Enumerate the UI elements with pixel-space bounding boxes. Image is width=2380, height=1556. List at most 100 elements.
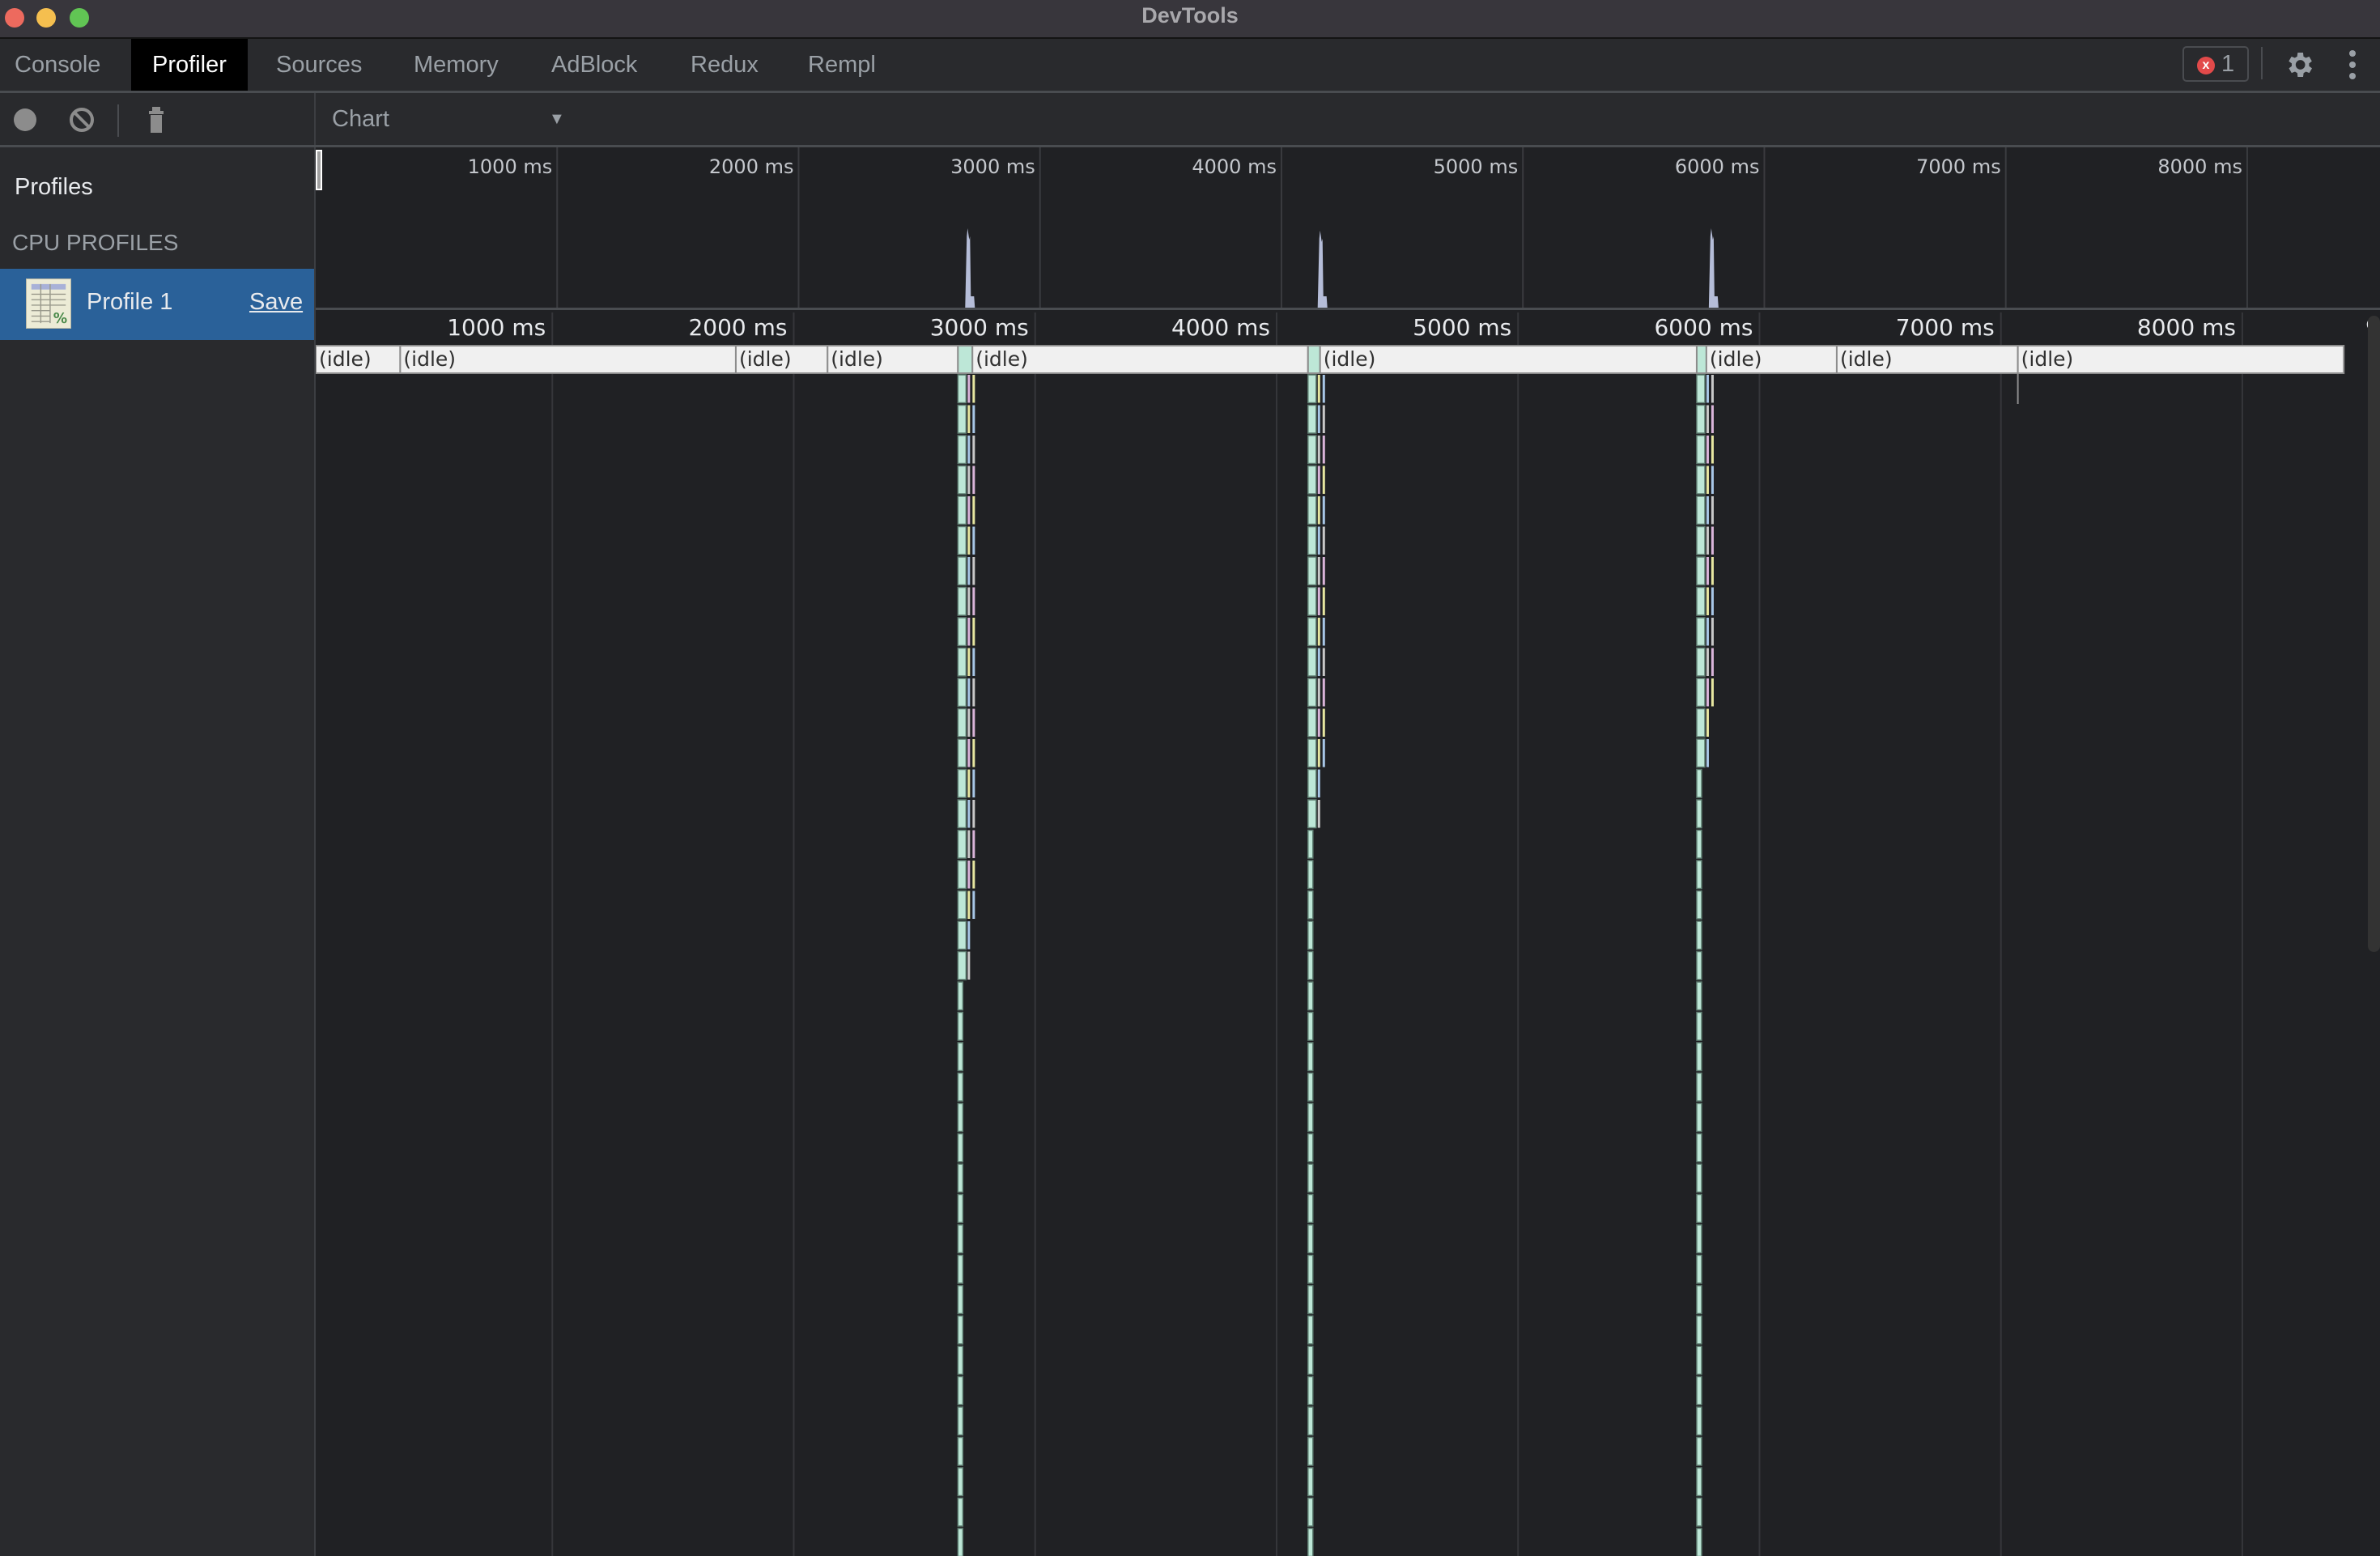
flame-frame <box>957 1497 964 1527</box>
flame-frame <box>957 1254 964 1284</box>
flame-frame <box>1696 1497 1702 1527</box>
flame-frame <box>957 374 967 404</box>
flame-frame <box>1322 466 1325 494</box>
flame-frame <box>972 861 975 889</box>
record-icon[interactable] <box>11 106 39 134</box>
flame-frame <box>1322 375 1325 403</box>
flame-frame <box>957 495 967 525</box>
flame-frame <box>1317 526 1320 555</box>
flame-frame <box>1307 1193 1314 1223</box>
tab-redux[interactable]: Redux <box>676 39 773 91</box>
flame-frame <box>1696 799 1702 829</box>
profiles-sidebar: Profiles CPU PROFILES % Profile 1 Save <box>0 147 316 1556</box>
more-options-icon[interactable] <box>2348 49 2357 81</box>
flame-chart[interactable]: 1000 ms 2000 ms 3000 ms 4000 ms 5000 ms 6000 … <box>316 147 2380 1556</box>
flame-frame <box>967 861 971 889</box>
flame-frame <box>1317 587 1320 615</box>
chevron-down-icon: ▼ <box>549 110 565 128</box>
flame-frame <box>1307 404 1317 434</box>
flame-frame <box>1696 525 1706 555</box>
flame-frame <box>957 1528 964 1556</box>
divider <box>2261 47 2263 79</box>
save-profile-link[interactable]: Save <box>249 289 303 316</box>
cpu-profile-icon: % <box>26 278 71 329</box>
flame-frame <box>1706 526 1709 555</box>
tab-adblock[interactable]: AdBlock <box>537 39 652 91</box>
flame-frame <box>957 345 974 374</box>
flame-frame <box>1307 1133 1314 1163</box>
flame-frame <box>1322 526 1325 555</box>
vertical-scrollbar[interactable] <box>2368 316 2380 952</box>
flame-frame <box>1317 678 1320 707</box>
flame-frame <box>972 708 975 737</box>
flame-frame <box>1307 617 1317 647</box>
flame-frame <box>957 768 967 798</box>
flame-frame <box>957 525 967 555</box>
flame-frame <box>1322 587 1325 615</box>
flame-frame <box>1706 436 1709 464</box>
flame-frame <box>1696 586 1706 616</box>
trash-icon[interactable] <box>142 106 170 134</box>
tab-console[interactable]: Console <box>0 39 115 91</box>
error-count: 1 <box>2221 51 2235 77</box>
flame-frame <box>957 1193 964 1223</box>
flame-frame <box>1307 799 1317 829</box>
flame-frame <box>1317 496 1320 525</box>
clear-icon[interactable] <box>68 106 96 134</box>
flame-frame <box>957 1133 964 1163</box>
flame-frame <box>1307 465 1317 495</box>
flame-frame <box>1711 678 1714 707</box>
flame-frame <box>1696 1375 1702 1405</box>
flame-frame <box>1696 708 1706 738</box>
flame-frame <box>1307 829 1314 859</box>
flame-frame <box>1696 829 1702 859</box>
flame-frame <box>1706 405 1709 433</box>
flame-frame <box>967 769 971 797</box>
flame-frame <box>957 1163 964 1193</box>
ruler-tick-label: 5000 ms <box>1413 314 1511 341</box>
flame-frame <box>972 800 975 828</box>
idle-frame <box>1319 345 1698 374</box>
view-mode-select[interactable]: Chart ▼ <box>332 101 575 137</box>
title-bar: DevTools <box>0 0 2380 39</box>
flame-frame <box>1307 1103 1314 1133</box>
flame-frame <box>1322 648 1325 676</box>
flame-frame <box>972 739 975 767</box>
ruler-tick-label: 7000 ms <box>1896 314 1995 341</box>
error-count-badge[interactable]: x 1 <box>2182 46 2249 82</box>
frame-label: (idle) <box>739 347 792 371</box>
flame-frame <box>1307 678 1317 708</box>
flame-frame <box>1322 436 1325 464</box>
flame-frame <box>957 1042 964 1072</box>
flame-frame <box>1307 556 1317 586</box>
tab-sources[interactable]: Sources <box>261 39 376 91</box>
flame-frame <box>1696 1254 1702 1284</box>
flame-frame <box>957 829 967 859</box>
flame-frame <box>1307 708 1317 738</box>
flame-frame <box>957 647 967 677</box>
svg-text:%: % <box>53 311 67 327</box>
ruler-tick-label: 2000 ms <box>688 314 787 341</box>
flame-frame <box>1307 435 1317 465</box>
flame-frame <box>1711 526 1714 555</box>
flame-frame <box>967 921 971 950</box>
flame-frame <box>957 556 967 586</box>
tab-rempl[interactable]: Rempl <box>793 39 890 91</box>
flame-frame <box>967 708 971 737</box>
gear-icon[interactable] <box>2283 49 2315 81</box>
frame-label: (idle) <box>975 347 1028 371</box>
profile-name: Profile 1 <box>87 289 173 315</box>
flame-frame <box>957 1375 964 1405</box>
flame-frame <box>957 465 967 495</box>
flame-frame <box>1706 557 1709 585</box>
tab-memory[interactable]: Memory <box>399 39 513 91</box>
flame-frame <box>967 405 971 433</box>
tab-profiler[interactable]: Profiler <box>131 39 248 91</box>
flame-frame <box>957 708 967 738</box>
flame-frame <box>972 648 975 676</box>
flame-frame <box>1696 1133 1702 1163</box>
profile-list-item[interactable]: % Profile 1 Save <box>0 269 314 340</box>
flame-frame <box>957 1346 964 1375</box>
frame-label: (idle) <box>831 347 883 371</box>
flame-frame <box>1307 374 1317 404</box>
